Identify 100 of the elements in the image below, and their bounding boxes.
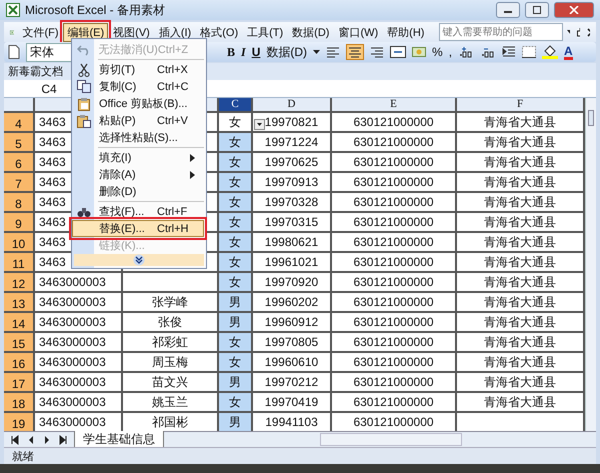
dropdown-arrow-icon[interactable] <box>313 50 320 54</box>
row-header[interactable]: 12 <box>4 273 33 291</box>
dropdown-arrow-icon[interactable] <box>567 30 570 34</box>
table-cell: 19960610 <box>253 353 330 371</box>
menu-item[interactable]: Office 剪贴板(B)... <box>72 95 204 112</box>
decrease-decimal-icon[interactable] <box>480 46 496 58</box>
copy-icon <box>77 80 91 93</box>
table-cell: 青海省大通县 <box>457 173 583 191</box>
row-header[interactable]: 8 <box>4 193 33 211</box>
merge-cells-icon[interactable] <box>390 46 406 58</box>
row-header[interactable]: 15 <box>4 333 33 351</box>
italic-button[interactable]: I <box>241 44 246 60</box>
table-cell: 青海省大通县 <box>457 353 583 371</box>
table-cell: 张学峰 <box>123 293 217 311</box>
menu-item[interactable]: 替换(E)... Ctrl+H <box>72 220 204 237</box>
table-cell: 19970821 <box>253 113 330 131</box>
bold-button[interactable]: B <box>227 44 236 60</box>
table-cell: 19960912 <box>253 313 330 331</box>
table-cell: 女 <box>219 153 251 171</box>
fill-color-icon[interactable] <box>542 45 558 59</box>
menu-item[interactable]: 数据(D) <box>288 22 334 42</box>
table-cell: 19970625 <box>253 153 330 171</box>
underline-button[interactable]: U <box>252 45 260 59</box>
table-cell: 19960202 <box>253 293 330 311</box>
minimize-button[interactable] <box>496 2 520 18</box>
comma-button[interactable]: , <box>448 45 452 59</box>
close-button[interactable] <box>554 2 594 18</box>
menu-item[interactable]: 插入(I) <box>154 22 196 42</box>
row-header[interactable]: 5 <box>4 133 33 151</box>
table-cell: 张俊 <box>123 313 217 331</box>
row-header[interactable]: 18 <box>4 393 33 411</box>
table-cell: 19970805 <box>253 333 330 351</box>
next-sheet-icon[interactable] <box>42 434 52 444</box>
table-cell: 青海省大通县 <box>457 193 583 211</box>
table-cell: 630121000000 <box>332 313 455 331</box>
new-document-icon[interactable] <box>8 45 20 59</box>
table-cell: 祁彩虹 <box>123 333 217 351</box>
table-cell: 630121000000 <box>332 213 455 231</box>
spreadsheet-icon <box>6 3 20 17</box>
font-color-button[interactable]: A <box>564 44 573 60</box>
menu-item[interactable]: 窗口(W) <box>334 22 382 42</box>
increase-decimal-icon[interactable] <box>458 46 474 58</box>
table-cell: 青海省大通县 <box>457 253 583 271</box>
indent-icon[interactable] <box>502 46 516 58</box>
row-header[interactable]: 17 <box>4 373 33 391</box>
table-cell: 男 <box>219 413 251 431</box>
column-header[interactable]: E <box>332 98 455 111</box>
scrollbar-thumb[interactable] <box>588 110 594 126</box>
row-header[interactable]: 4 <box>4 113 33 131</box>
table-cell: 女 <box>219 233 251 251</box>
row-header[interactable]: 11 <box>4 253 33 271</box>
first-sheet-icon[interactable] <box>10 434 20 444</box>
vertical-scrollbar[interactable] <box>585 98 596 431</box>
menu-item[interactable]: 帮助(H) <box>383 22 428 42</box>
table-cell: 630121000000 <box>332 253 455 271</box>
table-cell: 女 <box>219 253 251 271</box>
table-cell: 3463000003 <box>35 333 121 351</box>
row-header[interactable]: 13 <box>4 293 33 311</box>
help-search-field[interactable]: 键入需要帮助的问题 <box>439 23 564 41</box>
currency-icon[interactable] <box>412 45 426 59</box>
table-cell: 苗文兴 <box>123 373 217 391</box>
table-cell: 3463000003 <box>35 353 121 371</box>
row-header[interactable]: 10 <box>4 233 33 251</box>
table-cell: 19970328 <box>253 193 330 211</box>
table-cell: 19971224 <box>253 133 330 151</box>
menu-item[interactable]: 复制(C) Ctrl+C <box>72 78 204 95</box>
column-header[interactable]: F <box>457 98 583 111</box>
table-cell: 19980621 <box>253 233 330 251</box>
row-header[interactable]: 7 <box>4 173 33 191</box>
horizontal-scrollbar[interactable] <box>320 433 462 446</box>
maximize-button[interactable] <box>525 2 549 18</box>
table-cell: 630121000000 <box>332 193 455 211</box>
align-left-icon[interactable] <box>326 46 340 58</box>
menu-item[interactable]: 格式(O) <box>196 22 242 42</box>
row-header[interactable]: 14 <box>4 313 33 331</box>
menu-item[interactable]: 文件(F) <box>18 22 62 42</box>
row-header[interactable]: 16 <box>4 353 33 371</box>
menu-item[interactable]: 剪切(T) Ctrl+X <box>72 61 204 78</box>
table-cell: 3463000003 <box>35 413 121 431</box>
row-header[interactable]: 9 <box>4 213 33 231</box>
table-cell: 男 <box>219 293 251 311</box>
align-center-icon[interactable] <box>346 44 364 60</box>
table-cell: 青海省大通县 <box>457 333 583 351</box>
percent-button[interactable]: % <box>432 45 443 59</box>
row-header[interactable]: 19 <box>4 413 33 431</box>
menu-item[interactable]: 工具(T) <box>243 22 288 42</box>
table-cell: 630121000000 <box>332 333 455 351</box>
last-sheet-icon[interactable] <box>58 434 68 444</box>
table-cell: 女 <box>219 213 251 231</box>
align-right-icon[interactable] <box>370 46 384 58</box>
table-cell: 630121000000 <box>332 173 455 191</box>
column-header[interactable]: D <box>253 98 330 111</box>
borders-icon[interactable] <box>522 46 536 58</box>
menu-item[interactable]: 视图(V) <box>109 22 154 42</box>
row-header[interactable]: 6 <box>4 153 33 171</box>
toolbar-label[interactable]: 新毒霸文档 <box>8 64 63 79</box>
data-menu-button[interactable]: 数据(D) <box>266 44 308 60</box>
table-cell: 630121000000 <box>332 373 455 391</box>
table-cell: 19970913 <box>253 173 330 191</box>
column-header[interactable]: C <box>219 98 251 111</box>
